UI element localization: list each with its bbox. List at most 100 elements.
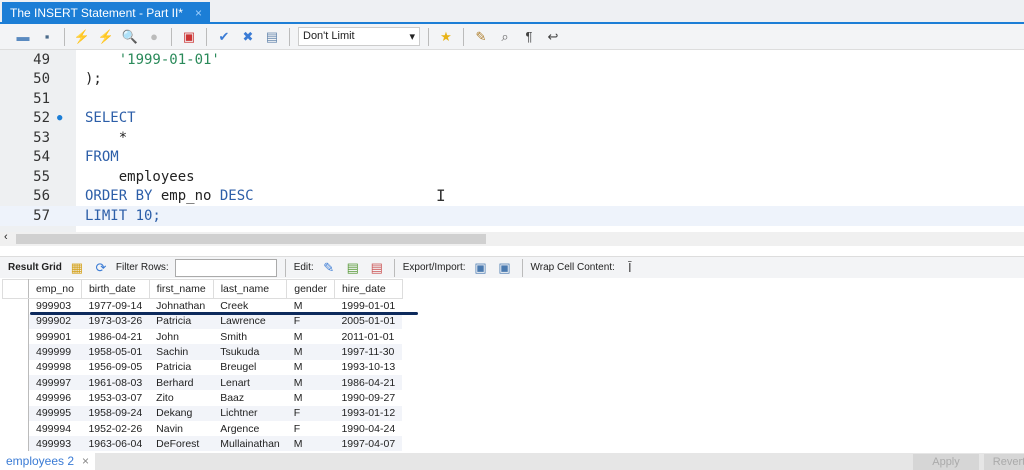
row-header[interactable] [3,390,29,405]
cell-hire_date[interactable]: 1997-04-07 [334,436,402,451]
cell-last_name[interactable]: Lawrence [213,314,287,329]
cell-gender[interactable]: M [287,344,335,359]
cell-emp_no[interactable]: 999901 [29,329,82,344]
cell-hire_date[interactable]: 1993-10-13 [334,360,402,375]
cell-first_name[interactable]: DeForest [149,436,213,451]
row-header[interactable] [3,406,29,421]
row-header[interactable] [3,421,29,436]
edit-row-icon[interactable]: ✎ [320,259,338,277]
cell-emp_no[interactable]: 499993 [29,436,82,451]
cell-birth_date[interactable]: 1953-03-07 [81,390,149,405]
cell-last_name[interactable]: Argence [213,421,287,436]
cell-emp_no[interactable]: 999902 [29,314,82,329]
cell-last_name[interactable]: Breugel [213,360,287,375]
horizontal-scrollbar[interactable]: ‹ [0,232,1024,246]
cell-last_name[interactable]: Smith [213,329,287,344]
cell-birth_date[interactable]: 1958-05-01 [81,344,149,359]
invisible-chars-icon[interactable]: ¶ [520,28,538,46]
table-row[interactable]: 4999941952-02-26NavinArgenceF1990-04-24 [3,421,403,436]
toggle-error-icon[interactable]: ▣ [180,28,198,46]
cell-birth_date[interactable]: 1973-03-26 [81,314,149,329]
scrollbar-thumb[interactable] [16,234,486,244]
import-icon[interactable]: ▣ [496,259,514,277]
find-icon[interactable]: ⌕ [496,28,514,46]
cell-first_name[interactable]: Patricia [149,314,213,329]
cell-emp_no[interactable]: 499994 [29,421,82,436]
wrap-lines-icon[interactable]: ↩ [544,28,562,46]
explain-magnifier-icon[interactable]: 🔍 [121,28,139,46]
row-header[interactable] [3,344,29,359]
scroll-left-icon[interactable]: ‹ [4,231,8,243]
cell-first_name[interactable]: Patricia [149,360,213,375]
rollback-x-icon[interactable]: ✖ [239,28,257,46]
execute-lightning-icon[interactable]: ⚡ [73,28,91,46]
cell-gender[interactable]: M [287,390,335,405]
column-header-first_name[interactable]: first_name [149,280,213,299]
cell-last_name[interactable]: Mullainathan [213,436,287,451]
table-row[interactable]: 4999951958-09-24DekangLichtnerF1993-01-1… [3,406,403,421]
tab-insert-statement[interactable]: The INSERT Statement - Part II* × [2,2,210,24]
cell-first_name[interactable]: Navin [149,421,213,436]
export-icon[interactable]: ▣ [472,259,490,277]
apply-button[interactable]: Apply [913,454,979,470]
save-icon[interactable]: ▪ [38,28,56,46]
close-icon[interactable]: × [195,6,202,20]
add-row-icon[interactable]: ▤ [344,259,362,277]
row-header[interactable] [3,299,29,314]
cell-birth_date[interactable]: 1958-09-24 [81,406,149,421]
row-header[interactable] [3,360,29,375]
cell-hire_date[interactable]: 2011-01-01 [334,329,402,344]
cell-birth_date[interactable]: 1952-02-26 [81,421,149,436]
table-row[interactable]: 4999981956-09-05PatriciaBreugelM1993-10-… [3,360,403,375]
result-tab-employees-2[interactable]: employees 2 × [0,453,95,470]
revert-button[interactable]: Revert [984,454,1024,470]
sql-editor[interactable]: 49 '1999-01-01'50);5152●SELECT53 *54FROM… [0,50,1024,232]
add-snippet-star-icon[interactable]: ★ [437,28,455,46]
cell-hire_date[interactable]: 1986-04-21 [334,375,402,390]
cell-gender[interactable]: M [287,360,335,375]
cell-gender[interactable]: F [287,421,335,436]
column-header-emp_no[interactable]: emp_no [29,280,82,299]
cell-gender[interactable]: F [287,314,335,329]
close-icon[interactable]: × [82,454,89,469]
table-row[interactable]: 9999021973-03-26PatriciaLawrenceF2005-01… [3,314,403,329]
cell-birth_date[interactable]: 1986-04-21 [81,329,149,344]
result-grid[interactable]: emp_nobirth_datefirst_namelast_namegende… [2,279,403,451]
cell-emp_no[interactable]: 499999 [29,344,82,359]
cell-hire_date[interactable]: 2005-01-01 [334,314,402,329]
result-grid-label[interactable]: Result Grid [8,262,62,273]
cell-first_name[interactable]: John [149,329,213,344]
cell-birth_date[interactable]: 1956-09-05 [81,360,149,375]
stop-icon[interactable]: ● [145,28,163,46]
cell-last_name[interactable]: Tsukuda [213,344,287,359]
refresh-icon[interactable]: ⟳ [92,259,110,277]
cell-emp_no[interactable]: 499996 [29,390,82,405]
cell-emp_no[interactable]: 499997 [29,375,82,390]
table-row[interactable]: 4999991958-05-01SachinTsukudaM1997-11-30 [3,344,403,359]
limit-rows-select[interactable]: Don't Limit ▾ [298,27,420,46]
cell-gender[interactable]: M [287,375,335,390]
cell-first_name[interactable]: Sachin [149,344,213,359]
wrap-cell-icon[interactable]: Ī [621,259,639,277]
commit-check-icon[interactable]: ✔ [215,28,233,46]
cell-first_name[interactable]: Berhard [149,375,213,390]
cell-birth_date[interactable]: 1963-06-04 [81,436,149,451]
column-header-gender[interactable]: gender [287,280,335,299]
column-header-birth_date[interactable]: birth_date [81,280,149,299]
cell-hire_date[interactable]: 1997-11-30 [334,344,402,359]
cell-hire_date[interactable]: 1990-04-24 [334,421,402,436]
cell-last_name[interactable]: Lichtner [213,406,287,421]
table-row[interactable]: 9999011986-04-21JohnSmithM2011-01-01 [3,329,403,344]
column-header-last_name[interactable]: last_name [213,280,287,299]
cell-last_name[interactable]: Baaz [213,390,287,405]
autocommit-icon[interactable]: ▤ [263,28,281,46]
row-header[interactable] [3,314,29,329]
grid-icon[interactable]: ▦ [68,259,86,277]
cell-gender[interactable]: M [287,436,335,451]
table-row[interactable]: 4999931963-06-04DeForestMullainathanM199… [3,436,403,451]
cell-gender[interactable]: F [287,406,335,421]
cell-emp_no[interactable]: 499995 [29,406,82,421]
table-row[interactable]: 4999961953-03-07ZitoBaazM1990-09-27 [3,390,403,405]
table-row[interactable]: 4999971961-08-03BerhardLenartM1986-04-21 [3,375,403,390]
cell-hire_date[interactable]: 1993-01-12 [334,406,402,421]
